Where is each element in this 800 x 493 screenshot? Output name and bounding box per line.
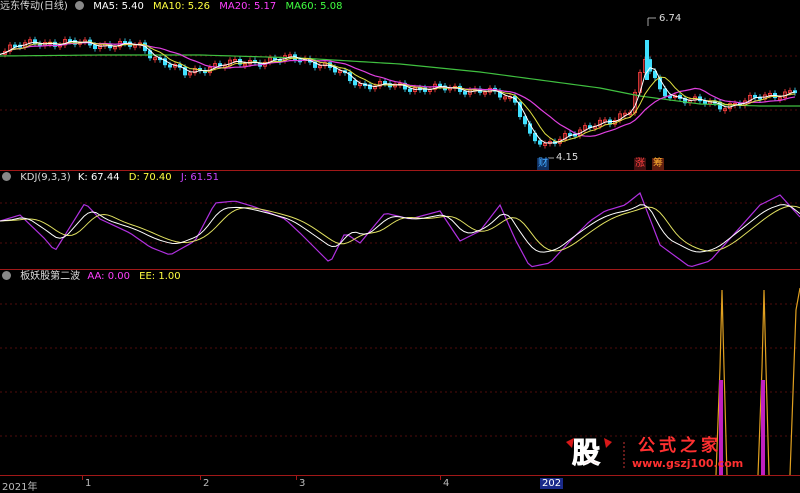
kdj-chart[interactable] [0,171,800,269]
date-label-month: 2 [203,478,210,489]
ma10-line [0,41,796,143]
ma20-line [0,42,796,137]
date-label-month: 3 [299,478,306,489]
ma5-line [0,40,796,144]
candle-body [167,64,172,68]
candle-body [663,88,668,97]
finance-badge[interactable]: 财 [537,158,549,170]
date-label-month: 4 [443,478,450,489]
logo-glyph: 股 [571,436,601,470]
candle-body [352,80,357,86]
date-axis: 2021年 1 2 3 4 202 [0,475,800,493]
signal-spike-3 [789,287,800,475]
kdj-j-line [0,192,800,268]
chips-badge[interactable]: 筹 [652,158,664,170]
candle-body [753,94,758,98]
horn-right-icon [604,438,612,448]
high-price-label: 6.74 [659,13,682,24]
date-label-highlight: 202 [540,478,564,489]
date-label-month: 1 [85,478,92,489]
watermark-logo: 股 公式之家 www.gszj100.com [560,436,790,472]
candle-body [437,83,442,87]
candle-body [462,91,467,95]
site-url: www.gszj100.com [632,457,744,470]
candle-body [93,44,98,50]
main-chart-panel[interactable]: 远东传动(日线) MA5: 5.40 MA10: 5.26 MA20: 5.17… [0,0,800,170]
limit-up-badge[interactable]: 涨 [634,158,646,170]
kdj-panel[interactable]: KDJ(9,3,3) K: 67.44 D: 70.40 J: 61.51 [0,171,800,269]
low-price-label: 4.15 [556,152,579,163]
site-name: 公式之家 [638,436,722,456]
candlestick-chart[interactable] [0,0,800,170]
candle-body [538,140,543,145]
candle-body [523,116,528,125]
candle-body [407,88,412,92]
